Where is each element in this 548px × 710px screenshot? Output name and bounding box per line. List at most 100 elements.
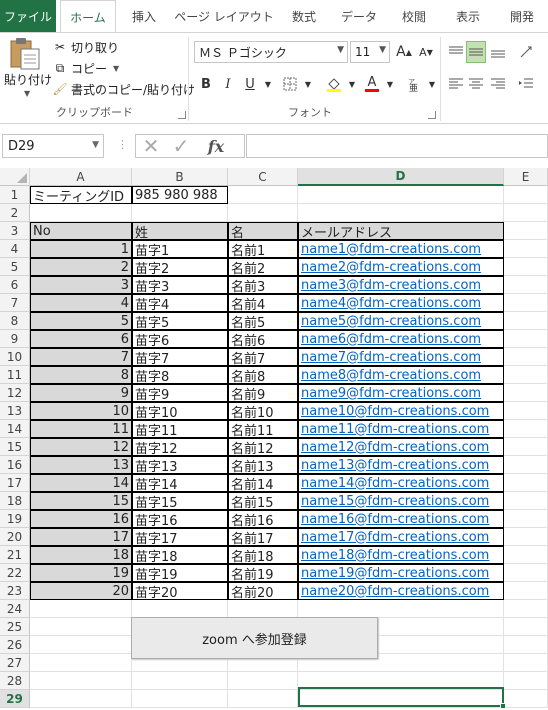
- grid-cell[interactable]: [504, 384, 548, 402]
- record-last-name[interactable]: 苗字1: [132, 240, 228, 258]
- column-header-b[interactable]: B: [132, 168, 228, 186]
- row-header[interactable]: 4: [0, 240, 30, 258]
- formula-input[interactable]: [246, 134, 548, 158]
- align-middle-button[interactable]: [466, 41, 486, 63]
- cancel-icon[interactable]: ✕: [136, 134, 166, 158]
- align-left-button[interactable]: [446, 73, 466, 95]
- record-email-link[interactable]: name17@fdm-creations.com: [298, 528, 504, 546]
- record-email-link[interactable]: name20@fdm-creations.com: [298, 582, 504, 600]
- grid-cell[interactable]: [228, 672, 298, 690]
- record-no[interactable]: 13: [30, 456, 132, 474]
- record-first-name[interactable]: 名前14: [228, 474, 298, 492]
- row-header[interactable]: 21: [0, 546, 30, 564]
- grid-cell[interactable]: [504, 510, 548, 528]
- record-first-name[interactable]: 名前11: [228, 420, 298, 438]
- row-header[interactable]: 7: [0, 294, 30, 312]
- grid-cell[interactable]: [132, 204, 228, 222]
- chevron-down-icon[interactable]: ▼: [113, 64, 119, 73]
- record-last-name[interactable]: 苗字5: [132, 312, 228, 330]
- record-no[interactable]: 1: [30, 240, 132, 258]
- record-no[interactable]: 9: [30, 384, 132, 402]
- meeting-id-label[interactable]: ミーティングID: [30, 186, 132, 204]
- grid-cell[interactable]: [132, 600, 228, 618]
- row-header[interactable]: 8: [0, 312, 30, 330]
- record-first-name[interactable]: 名前10: [228, 402, 298, 420]
- select-all-corner[interactable]: [0, 168, 30, 186]
- row-header[interactable]: 12: [0, 384, 30, 402]
- record-last-name[interactable]: 苗字15: [132, 492, 228, 510]
- align-top-button[interactable]: [446, 41, 466, 63]
- fill-color-button[interactable]: [324, 73, 344, 95]
- chevron-down-icon[interactable]: ▼: [92, 140, 99, 150]
- tab-insert[interactable]: 挿入: [124, 0, 164, 32]
- tab-review[interactable]: 校閲: [392, 0, 436, 32]
- grow-font-button[interactable]: A ▲: [394, 41, 414, 63]
- grid-cell[interactable]: [298, 204, 504, 222]
- record-no[interactable]: 10: [30, 402, 132, 420]
- grid-cell[interactable]: [504, 348, 548, 366]
- record-email-link[interactable]: name3@fdm-creations.com: [298, 276, 504, 294]
- fill-handle[interactable]: [500, 703, 506, 709]
- record-no[interactable]: 2: [30, 258, 132, 276]
- record-last-name[interactable]: 苗字20: [132, 582, 228, 600]
- grid-cell[interactable]: [504, 402, 548, 420]
- phonetic-button[interactable]: ア 亜: [404, 73, 424, 95]
- record-email-link[interactable]: name7@fdm-creations.com: [298, 348, 504, 366]
- grid-cell[interactable]: [504, 528, 548, 546]
- tab-home[interactable]: ホーム: [60, 0, 116, 33]
- active-cell-d29[interactable]: [298, 687, 504, 707]
- chevron-down-icon[interactable]: ▼: [342, 73, 362, 95]
- row-header[interactable]: 18: [0, 492, 30, 510]
- grid-cell[interactable]: [30, 690, 132, 708]
- record-no[interactable]: 3: [30, 276, 132, 294]
- grid-cell[interactable]: [30, 204, 132, 222]
- row-header[interactable]: 3: [0, 222, 30, 240]
- record-email-link[interactable]: name9@fdm-creations.com: [298, 384, 504, 402]
- row-header[interactable]: 23: [0, 582, 30, 600]
- row-header[interactable]: 1: [0, 186, 30, 204]
- chevron-down-icon[interactable]: ▼: [422, 73, 442, 95]
- row-header[interactable]: 17: [0, 474, 30, 492]
- record-email-link[interactable]: name16@fdm-creations.com: [298, 510, 504, 528]
- grid-cell[interactable]: [298, 186, 504, 204]
- header-no[interactable]: No: [30, 222, 132, 240]
- record-first-name[interactable]: 名前3: [228, 276, 298, 294]
- row-header[interactable]: 15: [0, 438, 30, 456]
- row-header[interactable]: 14: [0, 420, 30, 438]
- record-email-link[interactable]: name8@fdm-creations.com: [298, 366, 504, 384]
- grid-cell[interactable]: [298, 600, 504, 618]
- row-header[interactable]: 20: [0, 528, 30, 546]
- record-last-name[interactable]: 苗字4: [132, 294, 228, 312]
- record-no[interactable]: 15: [30, 492, 132, 510]
- chevron-down-icon[interactable]: ▼: [380, 73, 400, 95]
- grid-cell[interactable]: [504, 636, 548, 654]
- paste-button[interactable]: 貼り付け ▼: [2, 35, 52, 98]
- record-email-link[interactable]: name10@fdm-creations.com: [298, 402, 504, 420]
- record-last-name[interactable]: 苗字14: [132, 474, 228, 492]
- record-last-name[interactable]: 苗字9: [132, 384, 228, 402]
- column-header-a[interactable]: A: [30, 168, 132, 186]
- border-button[interactable]: [280, 73, 300, 95]
- record-first-name[interactable]: 名前16: [228, 510, 298, 528]
- grid-cell[interactable]: [504, 258, 548, 276]
- record-last-name[interactable]: 苗字8: [132, 366, 228, 384]
- row-header[interactable]: 29: [0, 690, 30, 708]
- record-last-name[interactable]: 苗字11: [132, 420, 228, 438]
- record-first-name[interactable]: 名前13: [228, 456, 298, 474]
- tab-formulas[interactable]: 数式: [282, 0, 326, 32]
- row-header[interactable]: 19: [0, 510, 30, 528]
- row-header[interactable]: 11: [0, 366, 30, 384]
- cut-button[interactable]: ✂ 切り取り: [52, 37, 119, 57]
- grid-cell[interactable]: [504, 564, 548, 582]
- copy-button[interactable]: ⧉ コピー ▼: [52, 58, 119, 78]
- chevron-down-icon[interactable]: ▼: [258, 73, 278, 95]
- record-last-name[interactable]: 苗字10: [132, 402, 228, 420]
- grid-cell[interactable]: [504, 456, 548, 474]
- row-header[interactable]: 22: [0, 564, 30, 582]
- record-email-link[interactable]: name2@fdm-creations.com: [298, 258, 504, 276]
- record-first-name[interactable]: 名前20: [228, 582, 298, 600]
- underline-button[interactable]: U: [240, 73, 260, 95]
- grid-cell[interactable]: [504, 420, 548, 438]
- record-last-name[interactable]: 苗字12: [132, 438, 228, 456]
- name-box[interactable]: D29 ▼: [2, 134, 104, 158]
